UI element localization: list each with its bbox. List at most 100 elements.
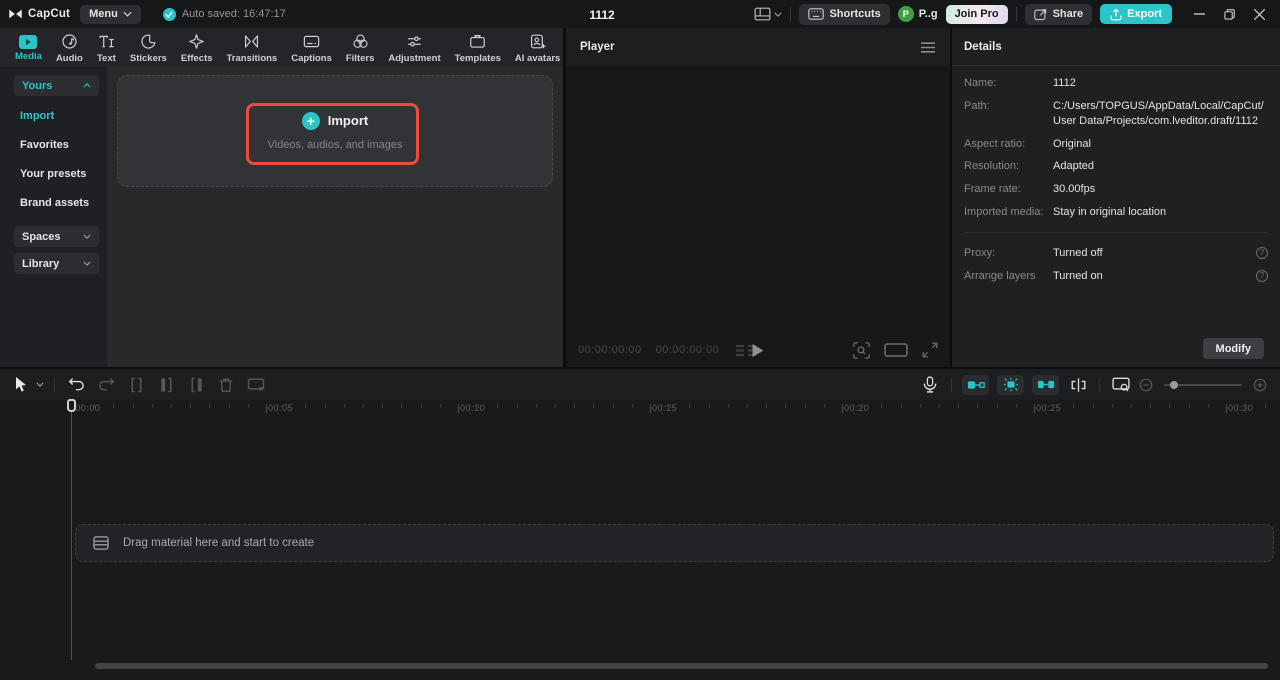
title-bar: CapCut Menu Auto saved: 16:47:17 1112 Sh… <box>0 0 1280 28</box>
redo-button[interactable] <box>91 374 121 396</box>
timeline-zoom-out-button[interactable] <box>1136 374 1156 396</box>
chevron-down-icon <box>83 261 91 266</box>
account-chip[interactable]: P P..g <box>897 6 938 22</box>
redo-icon <box>98 378 114 391</box>
ruler-tick <box>593 404 595 408</box>
tab-stickers[interactable]: Stickers <box>123 28 174 67</box>
detail-row-arrange-layers: Arrange layers Turned on ? <box>964 269 1268 284</box>
auto-snap-toggle[interactable] <box>997 374 1024 395</box>
player-menu-icon[interactable] <box>920 41 936 53</box>
tab-effects[interactable]: Effects <box>174 28 220 67</box>
preview-axis-button[interactable] <box>1063 374 1093 396</box>
modify-button[interactable]: Modify <box>1202 338 1264 359</box>
record-voiceover-button[interactable] <box>915 374 945 396</box>
detail-row-name: Name: 1112 <box>964 77 1076 89</box>
detail-row-proxy: Proxy: Turned off ? <box>964 246 1268 261</box>
timeline-view-options-button[interactable] <box>1106 374 1136 396</box>
tab-transitions[interactable]: Transitions <box>220 28 285 67</box>
tab-filters[interactable]: Filters <box>339 28 382 67</box>
close-button[interactable] <box>1246 3 1272 25</box>
select-tool-dropdown[interactable] <box>32 374 48 396</box>
tab-audio[interactable]: Audio <box>49 28 90 67</box>
text-icon <box>99 35 114 47</box>
media-icon <box>19 35 38 49</box>
timeline-toolbar <box>0 369 1280 400</box>
audio-icon <box>62 33 77 49</box>
tab-media[interactable]: Media <box>8 28 49 67</box>
shortcuts-button[interactable]: Shortcuts <box>799 3 890 25</box>
undo-icon <box>68 378 84 391</box>
zoom-slider-handle[interactable] <box>1170 380 1178 389</box>
transitions-icon <box>245 34 259 48</box>
ruler-tick <box>612 404 614 408</box>
sidebar-item-library[interactable]: Library <box>14 253 99 274</box>
menu-button[interactable]: Menu <box>80 4 141 24</box>
fullscreen-icon[interactable] <box>922 342 938 358</box>
proxy-help-icon[interactable]: ? <box>1256 246 1268 259</box>
divider <box>951 377 952 392</box>
ruler-tick <box>1054 404 1056 408</box>
tab-ai-avatars[interactable]: AI avatars <box>508 28 567 67</box>
ruler-tick <box>670 404 672 408</box>
tab-templates[interactable]: Templates <box>448 28 508 67</box>
ruler-tick <box>343 404 345 408</box>
main-track-dropzone[interactable]: Drag material here and start to create <box>75 524 1274 562</box>
split-button[interactable] <box>121 374 151 396</box>
timeline-ruler[interactable]: 00:00 |00:05 |00:10 |00:15 |00:20 |00:25… <box>0 400 1280 417</box>
detail-row-path: Path: C:/Users/TOPGUS/AppData/Local/CapC… <box>964 99 1264 127</box>
sidebar-item-your-presets[interactable]: Your presets <box>0 160 107 189</box>
timeline-zoom-slider[interactable] <box>1164 380 1242 389</box>
sidebar-item-yours[interactable]: Yours <box>14 75 99 96</box>
sidebar-item-import[interactable]: Import <box>0 102 107 131</box>
trash-icon <box>219 378 233 392</box>
sidebar-item-favorites[interactable]: Favorites <box>0 131 107 160</box>
share-button[interactable]: Share <box>1024 3 1093 25</box>
effects-icon <box>189 33 205 49</box>
ruler-tick <box>535 404 537 408</box>
mute-clip-button[interactable] <box>241 374 271 396</box>
shortcuts-label: Shortcuts <box>829 8 881 20</box>
share-label: Share <box>1052 8 1084 20</box>
plus-icon: + <box>301 111 320 130</box>
import-subtitle: Videos, audios, and images <box>267 138 403 151</box>
magnet-track-icon <box>967 380 985 389</box>
tab-adjustment[interactable]: Adjustment <box>381 28 447 67</box>
horizontal-scrollbar[interactable] <box>95 663 1268 669</box>
ruler-tick <box>574 404 576 408</box>
tab-captions[interactable]: Captions <box>284 28 339 67</box>
autosave-text: Auto saved: 16:47:17 <box>181 8 286 20</box>
chevron-down-icon <box>36 382 44 387</box>
ruler-tick <box>708 404 710 408</box>
autosave-check-icon <box>162 7 176 21</box>
chevron-down-icon <box>83 234 91 239</box>
join-pro-button[interactable]: Join Pro <box>945 4 1008 24</box>
undo-button[interactable] <box>61 374 91 396</box>
play-button[interactable] <box>752 343 765 358</box>
export-button[interactable]: Export <box>1100 4 1172 24</box>
play-icon <box>752 343 764 357</box>
aspect-ratio-icon[interactable] <box>884 343 908 357</box>
delete-button[interactable] <box>211 374 241 396</box>
export-label: Export <box>1127 8 1162 20</box>
ruler-tick <box>132 404 134 408</box>
delete-right-button[interactable] <box>181 374 211 396</box>
ruler-tick <box>900 404 902 408</box>
select-tool-button[interactable] <box>8 374 32 396</box>
tab-text[interactable]: Text <box>90 28 123 67</box>
minimize-button[interactable] <box>1186 3 1212 25</box>
timeline-zoom-in-button[interactable] <box>1250 374 1270 396</box>
ruler-tick <box>804 404 806 408</box>
layout-switch-icon[interactable] <box>754 7 783 21</box>
media-sidebar: Yours Import Favorites Your presets Bran… <box>0 67 107 367</box>
arrange-layers-help-icon[interactable]: ? <box>1256 269 1268 282</box>
capcut-logo-icon <box>9 9 22 19</box>
restore-button[interactable] <box>1216 3 1242 25</box>
delete-left-button[interactable] <box>151 374 181 396</box>
ruler-tick <box>1092 404 1094 408</box>
sidebar-item-brand-assets[interactable]: Brand assets <box>0 189 107 218</box>
zoom-fit-icon[interactable] <box>853 341 870 359</box>
main-track-magnet-toggle[interactable] <box>962 374 989 395</box>
import-dropzone[interactable]: + Import Videos, audios, and images <box>117 75 553 187</box>
link-clips-toggle[interactable] <box>1032 374 1059 395</box>
sidebar-item-spaces[interactable]: Spaces <box>14 226 99 247</box>
